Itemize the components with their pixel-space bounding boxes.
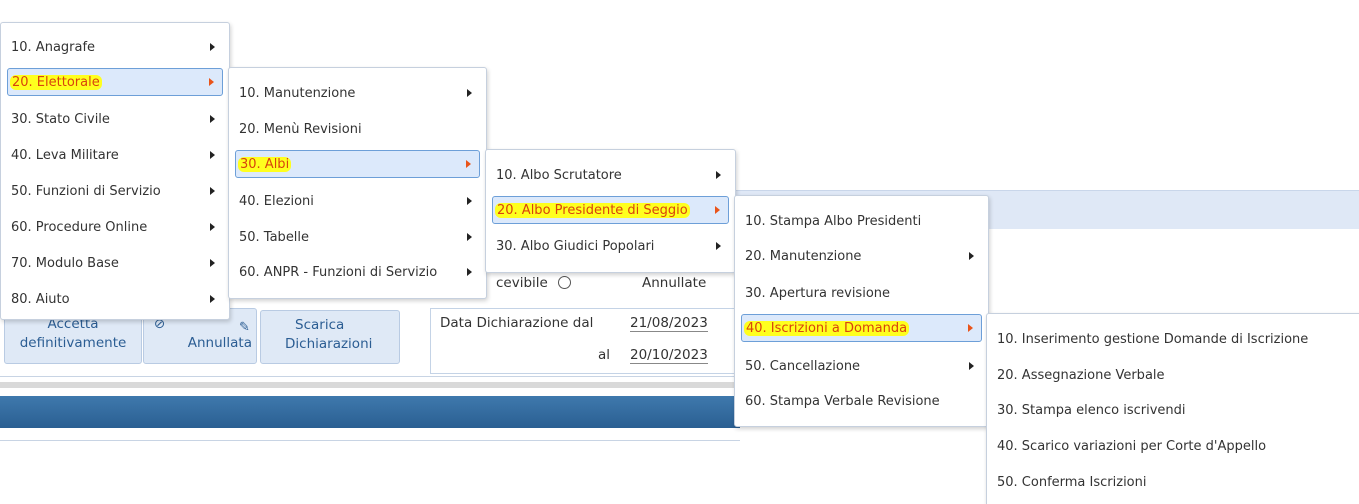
splitter-bar[interactable] xyxy=(0,382,740,388)
menu-item-anpr[interactable]: 60. ANPR - Funzioni di Servizio xyxy=(235,258,480,286)
menu-item-assegnazione-verbale[interactable]: 20. Assegnazione Verbale xyxy=(993,361,1354,389)
menu-item-albo-presidente[interactable]: 20. Albo Presidente di Seggio xyxy=(492,196,729,224)
submenu-arrow-icon xyxy=(467,233,472,241)
menu-item-stampa-elenco[interactable]: 30. Stampa elenco iscrivendi xyxy=(993,396,1354,424)
submenu-arrow-icon xyxy=(969,362,974,370)
submenu-arrow-icon xyxy=(969,252,974,260)
submenu-arrow-icon xyxy=(716,242,721,250)
scarica-line1: Scarica xyxy=(295,317,345,333)
menu-item-label: 30. Stampa elenco iscrivendi xyxy=(997,402,1186,418)
menu-item-inserimento-domande[interactable]: 10. Inserimento gestione Domande di Iscr… xyxy=(993,325,1354,353)
accept-button-line2: definitivamente xyxy=(19,335,127,351)
menu-item-label: 50. Tabelle xyxy=(239,229,310,245)
menu-item-manutenzione-presidenti[interactable]: 20. Manutenzione xyxy=(741,242,982,270)
menu-item-apertura-revisione[interactable]: 30. Apertura revisione xyxy=(741,279,982,307)
submenu-arrow-icon xyxy=(210,43,215,51)
menu-item-label: 40. Iscrizioni a Domanda xyxy=(744,320,910,336)
pencil-icon: ✎ xyxy=(239,320,250,335)
date-to-input[interactable]: 20/10/2023 xyxy=(630,347,708,364)
menu-item-albo-giudici[interactable]: 30. Albo Giudici Popolari xyxy=(492,232,729,260)
menu-item-scarico-variazioni[interactable]: 40. Scarico variazioni per Corte d'Appel… xyxy=(993,432,1354,460)
menu-item-label: 10. Inserimento gestione Domande di Iscr… xyxy=(997,331,1309,347)
menu-item-procedure-online[interactable]: 60. Procedure Online xyxy=(7,213,223,241)
menu-level1: 10. Anagrafe 20. Elettorale 30. Stato Ci… xyxy=(0,22,230,320)
annullate-label: Annullate xyxy=(642,275,707,291)
menu-item-funzioni-servizio[interactable]: 50. Funzioni di Servizio xyxy=(7,177,223,205)
menu-item-stampa-albo-presidenti[interactable]: 10. Stampa Albo Presidenti xyxy=(741,207,982,235)
menu-item-label: 10. Albo Scrutatore xyxy=(496,167,622,183)
menu-item-label: 20. Menù Revisioni xyxy=(239,121,362,137)
menu-item-label: 50. Cancellazione xyxy=(745,358,861,374)
menu-item-aiuto[interactable]: 80. Aiuto xyxy=(7,285,223,313)
menu-item-label: 20. Manutenzione xyxy=(745,248,862,264)
date-from-label: Data Dichiarazione dal xyxy=(440,315,594,331)
menu-item-label: 40. Leva Militare xyxy=(11,147,119,163)
submenu-arrow-icon xyxy=(466,160,471,168)
menu-item-tabelle[interactable]: 50. Tabelle xyxy=(235,223,480,251)
grid-header-bar xyxy=(0,396,740,428)
submenu-arrow-icon xyxy=(210,223,215,231)
submenu-arrow-icon xyxy=(715,206,720,214)
receivable-label: cevibile xyxy=(496,275,548,291)
submenu-arrow-icon xyxy=(210,295,215,303)
date-to-label: al xyxy=(598,347,611,363)
menu-item-elezioni[interactable]: 40. Elezioni xyxy=(235,187,480,215)
submenu-arrow-icon xyxy=(210,115,215,123)
menu-item-label: 50. Funzioni di Servizio xyxy=(11,183,161,199)
menu-item-label: 50. Conferma Iscrizioni xyxy=(997,474,1147,490)
scarica-dichiarazioni-button[interactable]: ✎ Scarica Dichiarazioni xyxy=(239,310,400,364)
menu-item-label: 20. Assegnazione Verbale xyxy=(997,367,1165,383)
menu-item-label: 20. Elettorale xyxy=(10,74,102,90)
menu-item-conferma-iscrizioni[interactable]: 50. Conferma Iscrizioni xyxy=(993,468,1354,496)
menu-level4: 10. Stampa Albo Presidenti 20. Manutenzi… xyxy=(734,195,989,427)
date-from-input[interactable]: 21/08/2023 xyxy=(630,315,708,332)
submenu-arrow-icon xyxy=(467,268,472,276)
receivable-radio[interactable] xyxy=(558,276,571,289)
menu-item-label: 10. Anagrafe xyxy=(11,39,96,55)
menu-item-label: 60. Procedure Online xyxy=(11,219,148,235)
menu-item-label: 10. Stampa Albo Presidenti xyxy=(745,213,922,229)
menu-item-stampa-verbale[interactable]: 60. Stampa Verbale Revisione xyxy=(741,387,982,415)
menu-item-label: 30. Albi xyxy=(238,156,292,172)
menu-item-manutenzione[interactable]: 10. Manutenzione xyxy=(235,79,480,107)
menu-item-elettorale[interactable]: 20. Elettorale xyxy=(7,68,223,96)
submenu-arrow-icon xyxy=(467,89,472,97)
menu-item-iscrizioni-domanda[interactable]: 40. Iscrizioni a Domanda xyxy=(741,314,982,342)
divider xyxy=(0,376,740,377)
submenu-arrow-icon xyxy=(210,151,215,159)
submenu-arrow-icon xyxy=(968,324,973,332)
menu-item-label: 10. Manutenzione xyxy=(239,85,356,101)
menu-item-modulo-base[interactable]: 70. Modulo Base xyxy=(7,249,223,277)
menu-item-albo-scrutatore[interactable]: 10. Albo Scrutatore xyxy=(492,161,729,189)
menu-item-menu-revisioni[interactable]: 20. Menù Revisioni xyxy=(235,115,480,143)
menu-level2: 10. Manutenzione 20. Menù Revisioni 30. … xyxy=(228,67,487,299)
menu-item-label: 60. ANPR - Funzioni di Servizio xyxy=(239,264,438,280)
submenu-arrow-icon xyxy=(467,197,472,205)
submenu-arrow-icon xyxy=(210,259,215,267)
scarica-line2: Dichiarazioni xyxy=(285,336,373,352)
submenu-arrow-icon xyxy=(210,187,215,195)
menu-item-label: 80. Aiuto xyxy=(11,291,70,307)
menu-level5: 10. Inserimento gestione Domande di Iscr… xyxy=(986,313,1359,504)
menu-item-anagrafe[interactable]: 10. Anagrafe xyxy=(7,33,223,61)
menu-item-label: 70. Modulo Base xyxy=(11,255,119,271)
menu-level3: 10. Albo Scrutatore 20. Albo Presidente … xyxy=(485,149,736,273)
menu-item-label: 30. Apertura revisione xyxy=(745,285,891,301)
submenu-arrow-icon xyxy=(716,171,721,179)
menu-item-label: 40. Elezioni xyxy=(239,193,314,209)
menu-item-label: 30. Stato Civile xyxy=(11,111,110,127)
menu-item-albi[interactable]: 30. Albi xyxy=(235,150,480,178)
menu-item-label: 20. Albo Presidente di Seggio xyxy=(495,202,690,218)
menu-item-cancellazione[interactable]: 50. Cancellazione xyxy=(741,352,982,380)
submenu-arrow-icon xyxy=(209,78,214,86)
divider xyxy=(0,440,740,441)
menu-item-label: 40. Scarico variazioni per Corte d'Appel… xyxy=(997,438,1267,454)
menu-item-label: 60. Stampa Verbale Revisione xyxy=(745,393,940,409)
menu-item-leva-militare[interactable]: 40. Leva Militare xyxy=(7,141,223,169)
menu-item-label: 30. Albo Giudici Popolari xyxy=(496,238,655,254)
menu-item-stato-civile[interactable]: 30. Stato Civile xyxy=(7,105,223,133)
